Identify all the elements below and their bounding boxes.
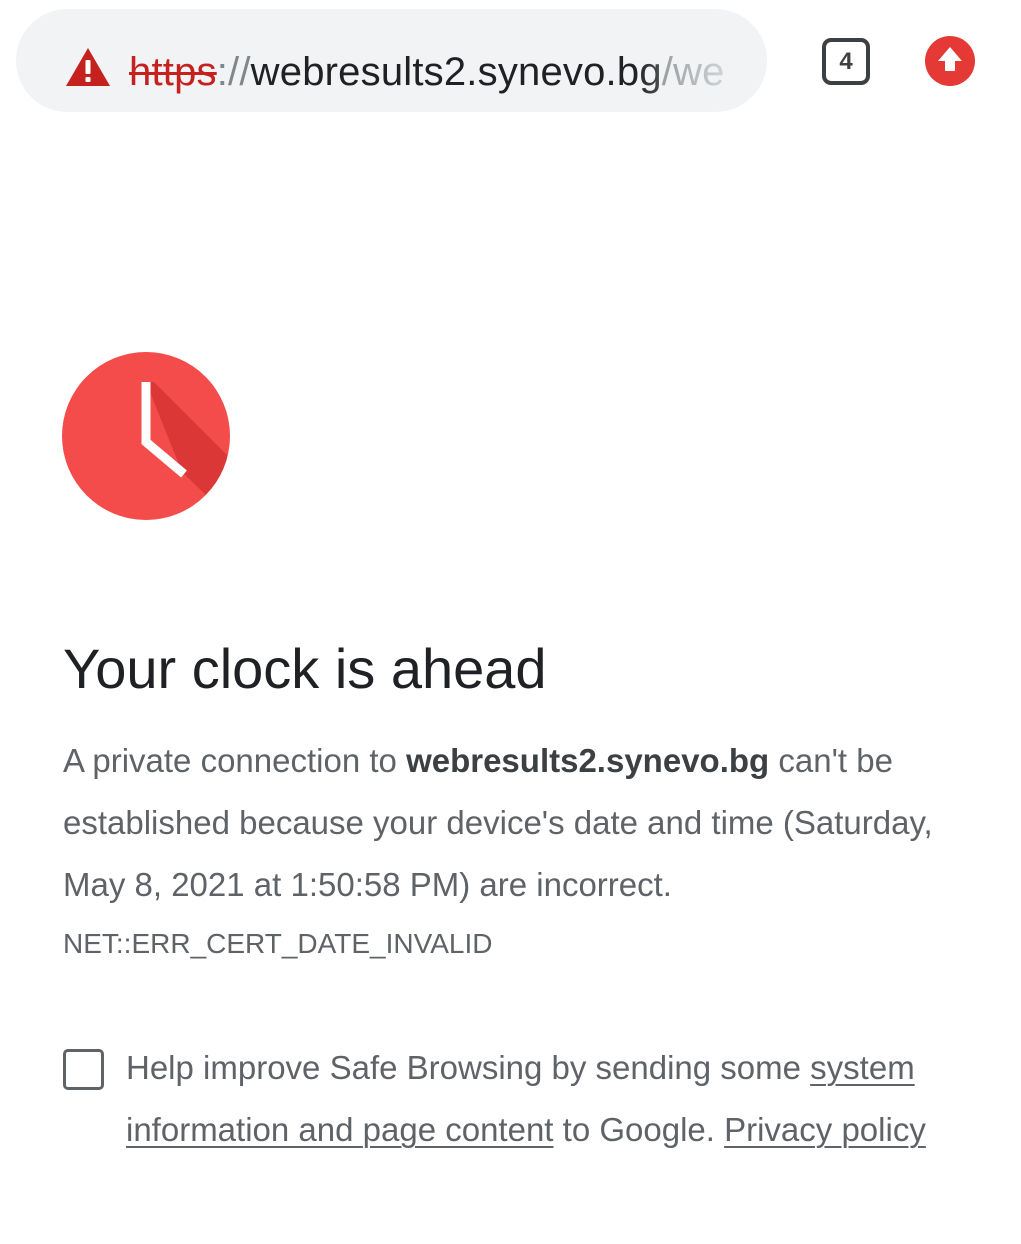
error-code: NET::ERR_CERT_DATE_INVALID (63, 928, 493, 959)
warning-triangle-icon[interactable] (64, 46, 112, 88)
safe-browsing-checkbox[interactable] (63, 1049, 104, 1090)
url-path: /we (661, 50, 725, 94)
page-title: Your clock is ahead (63, 637, 547, 700)
url-host: webresults2.synevo.bg (250, 50, 662, 94)
safe-browsing-middle: to Google. (553, 1111, 725, 1148)
description-host: webresults2.synevo.bg (406, 742, 770, 779)
error-description: A private connection to webresults2.syne… (63, 730, 963, 916)
url-scheme: https (129, 50, 217, 94)
safe-browsing-text: Help improve Safe Browsing by sending so… (126, 1037, 976, 1161)
address-bar[interactable]: https://webresults2.synevo.bg/we (16, 9, 767, 112)
url-text[interactable]: https://webresults2.synevo.bg/we (129, 45, 761, 99)
update-arrow-icon (938, 47, 962, 71)
safe-browsing-prefix: Help improve Safe Browsing by sending so… (126, 1049, 811, 1086)
url-separator: :// (216, 50, 251, 94)
update-button[interactable] (925, 36, 975, 86)
tab-count: 4 (839, 48, 853, 75)
tab-switcher-button[interactable]: 4 (822, 38, 870, 85)
privacy-policy-link[interactable]: Privacy policy (724, 1111, 926, 1148)
description-prefix: A private connection to (63, 742, 407, 779)
browser-toolbar: https://webresults2.synevo.bg/we 4 (0, 0, 1021, 124)
clock-icon (62, 352, 230, 520)
